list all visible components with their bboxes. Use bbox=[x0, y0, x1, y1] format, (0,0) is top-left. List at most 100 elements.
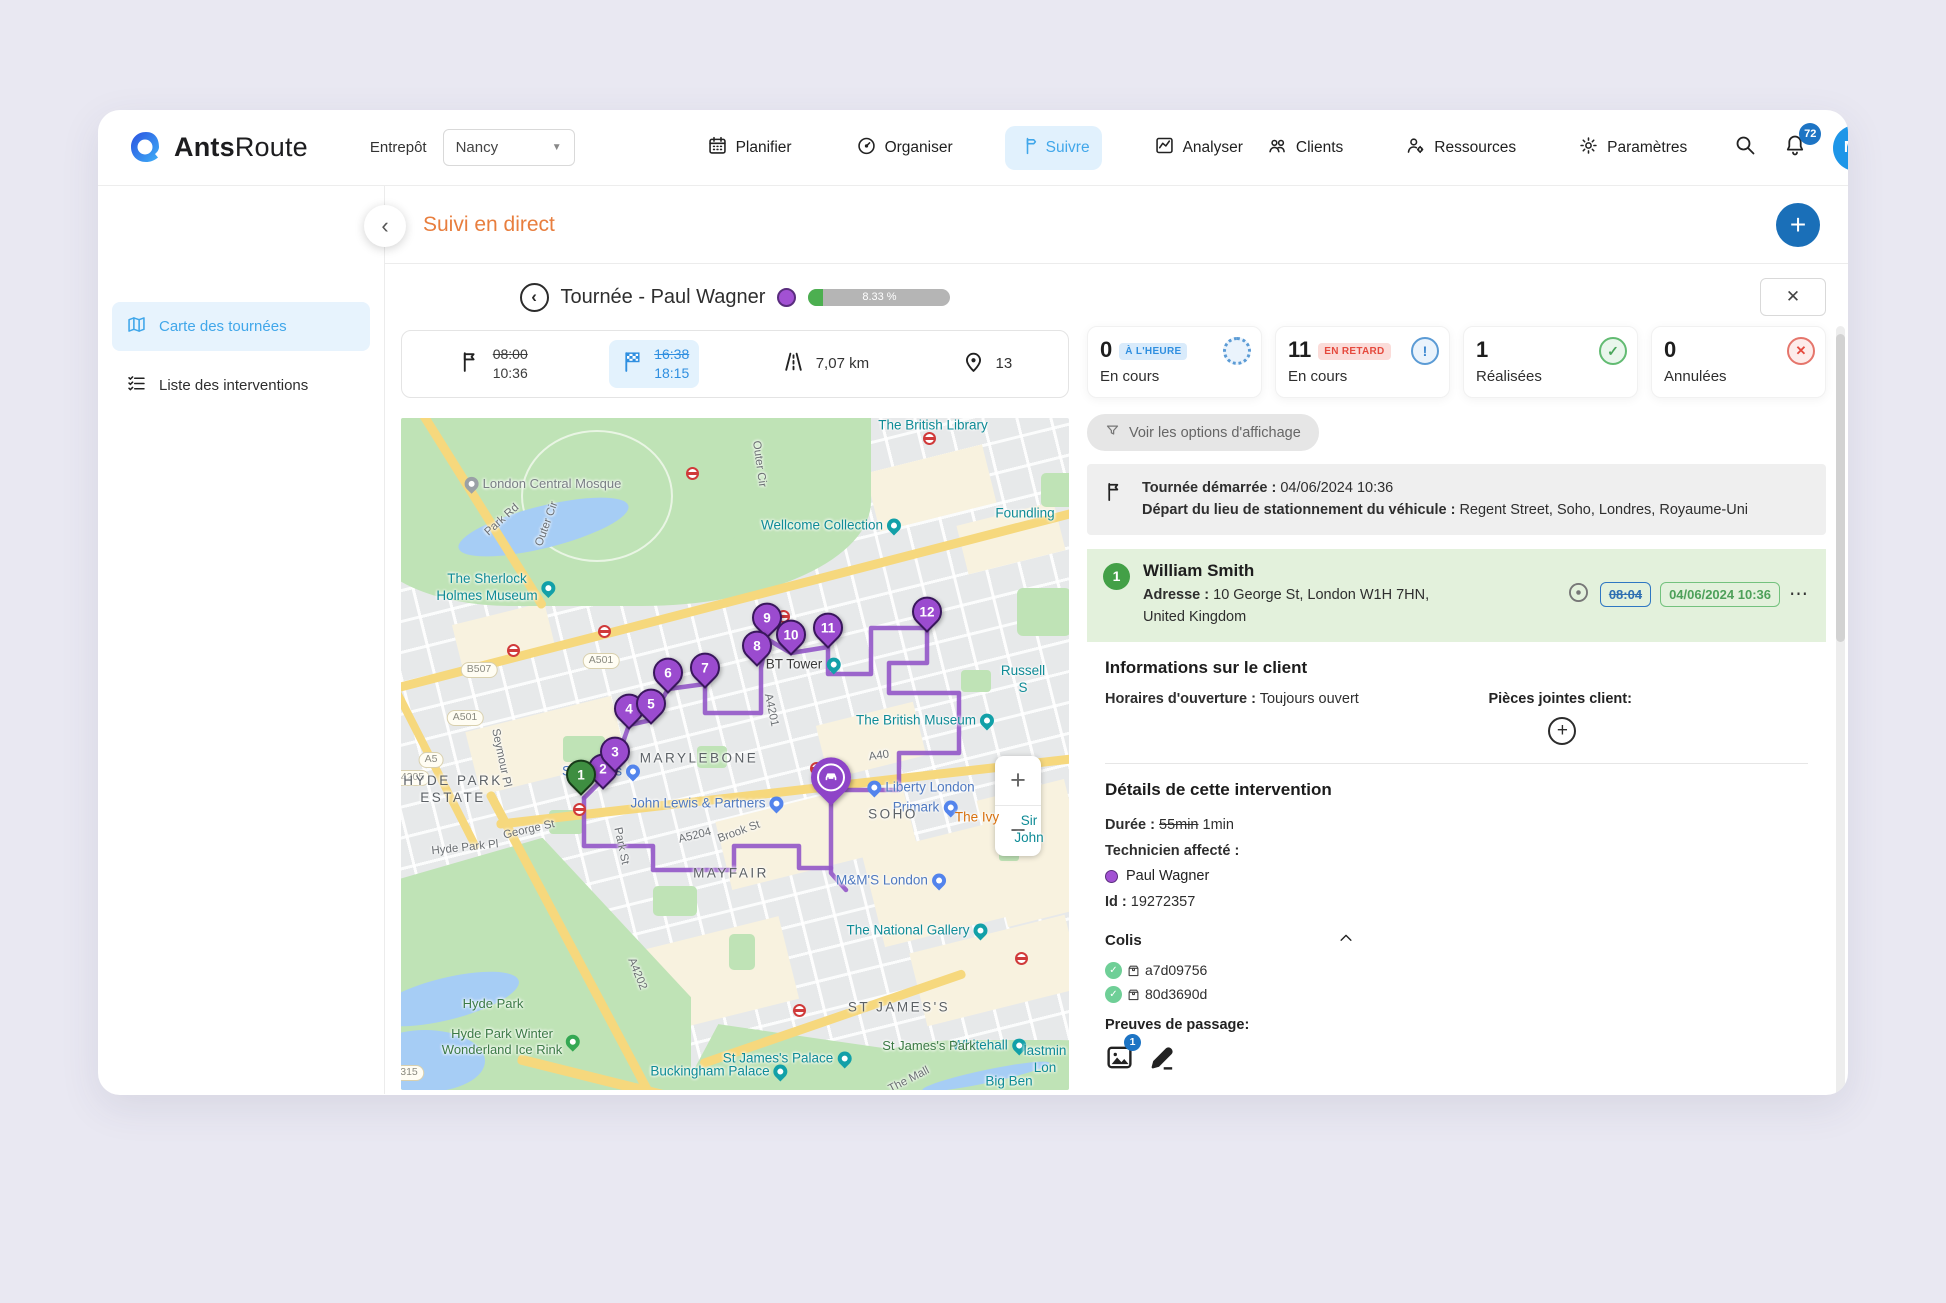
map-label-text: A5 bbox=[424, 753, 438, 766]
tour-stat-4: 13 bbox=[951, 344, 1023, 384]
technician-label: Technicien affecté : bbox=[1105, 842, 1240, 859]
zoom-in-button[interactable]: + bbox=[995, 756, 1041, 806]
map-label-text: Liberty London bbox=[885, 779, 975, 795]
brand-name: AntsRoute bbox=[174, 132, 308, 163]
chevron-left-icon: ‹ bbox=[381, 213, 389, 238]
map-pin-icon bbox=[623, 761, 643, 782]
map-label-text: Russell S bbox=[1000, 662, 1046, 695]
departure-label: Départ du lieu de stationnement du véhic… bbox=[1142, 502, 1456, 519]
metro-station-icon bbox=[686, 466, 699, 480]
map-label-text: The National Gallery bbox=[846, 922, 970, 938]
close-panel-button[interactable]: ✕ bbox=[1760, 278, 1826, 316]
status-count: 0 bbox=[1100, 337, 1113, 362]
more-actions-button[interactable]: ⋯ bbox=[1789, 583, 1810, 606]
route-map[interactable]: + − London Central Mosque Park Rd Outer Ci… bbox=[401, 417, 1069, 1090]
id-line: Id : 19272357 bbox=[1105, 890, 1808, 915]
duration-new: 1min bbox=[1202, 817, 1234, 834]
tour-start-info: Tournée démarrée : 04/06/2024 10:36 Dépa… bbox=[1087, 464, 1826, 535]
nav-item-planifier[interactable]: Planifier bbox=[695, 126, 804, 170]
marker-number: 9 bbox=[763, 609, 771, 625]
status-badge: À L'HEURE bbox=[1119, 343, 1188, 360]
search-button[interactable] bbox=[1733, 133, 1757, 162]
map-label-the-sherlockholmes-museum: The Sherlock Holmes Museum bbox=[436, 571, 559, 605]
sidebar-item-carte-des-tournees[interactable]: Carte des tournées bbox=[112, 302, 370, 351]
warehouse-value: Nancy bbox=[455, 139, 499, 156]
add-attachment-button[interactable]: + bbox=[1548, 717, 1577, 746]
metro-station-icon bbox=[1015, 951, 1028, 965]
road-icon bbox=[781, 349, 806, 379]
signpost-icon bbox=[1017, 135, 1038, 161]
chevron-up-icon[interactable] bbox=[1337, 929, 1355, 952]
map-label-hyde-park: Hyde Park bbox=[463, 996, 524, 1012]
stat-value: 13 bbox=[995, 355, 1013, 373]
warehouse-select[interactable]: Nancy ▼ bbox=[442, 129, 575, 166]
map-label-hyde-park-winterwonderland-ice-rink: Hyde Park Winter Wonderland Ice Rink bbox=[442, 1026, 584, 1059]
page-header: ‹ Suivi en direct + bbox=[364, 186, 1848, 264]
map-label-text: 315 bbox=[401, 1066, 418, 1079]
nav-item-label: Paramètres bbox=[1607, 138, 1688, 156]
checklist-icon bbox=[126, 373, 147, 398]
add-button[interactable]: + bbox=[1776, 202, 1820, 247]
nav-item-analyser[interactable]: Analyser bbox=[1142, 126, 1255, 170]
map-label-text: HYDE PARK ESTATE bbox=[403, 772, 503, 805]
map-label-text: A501 bbox=[452, 711, 478, 724]
map-label-the-british-library: The British Library bbox=[878, 418, 988, 434]
parcel-item: ✓ 80d3690d bbox=[1105, 985, 1808, 1003]
actual-time-badge: 04/06/2024 10:36 bbox=[1660, 582, 1780, 608]
notifications-button[interactable]: 72 bbox=[1783, 123, 1822, 162]
parcel-code: 80d3690d bbox=[1145, 986, 1208, 1003]
departure-value: Regent Street, Soho, Londres, Royaume-Un… bbox=[1459, 502, 1749, 519]
marker-number: 3 bbox=[611, 743, 619, 759]
detail-column: ✕ 0À L'HEURE En cours 11 EN RETARD En cours!… bbox=[1087, 274, 1845, 1095]
duration-line: Durée : 55min 1min bbox=[1105, 813, 1808, 838]
panel-scrollbar[interactable] bbox=[1836, 326, 1845, 1095]
scrollbar-thumb[interactable] bbox=[1836, 334, 1845, 643]
tour-header: ‹ Tournée - Paul Wagner 8.33 % bbox=[401, 274, 1069, 320]
nav-item-parametres[interactable]: Paramètres bbox=[1566, 126, 1699, 170]
sidebar-item-liste-des-interventions[interactable]: Liste des interventions bbox=[112, 361, 370, 410]
map-label-bt-tower: BT Tower bbox=[766, 654, 844, 675]
nav-item-organiser[interactable]: Organiser bbox=[844, 126, 965, 170]
tour-start-text: Tournée démarrée : 04/06/2024 10:36 Dépa… bbox=[1142, 477, 1748, 522]
map-label-text: The Ivy bbox=[954, 809, 1000, 825]
map-pin-icon bbox=[864, 777, 885, 798]
gauge-icon bbox=[856, 135, 877, 161]
status-card-realisees: 1 Réalisées ✓ bbox=[1463, 326, 1638, 398]
marker-number: 7 bbox=[701, 659, 709, 675]
bell-icon bbox=[1783, 135, 1807, 161]
nav-item-suivre[interactable]: Suivre bbox=[1004, 125, 1102, 170]
chart-icon bbox=[1154, 135, 1175, 161]
status-cards: 0 À L'HEURE En cours 11 EN RETARD En cours! 1 R… bbox=[1087, 326, 1826, 398]
nav-item-label: Analyser bbox=[1182, 138, 1243, 156]
metro-station-icon bbox=[573, 802, 586, 816]
brand-logo[interactable]: AntsRoute bbox=[128, 130, 308, 166]
map-label-text: Wellcome Collection bbox=[760, 517, 884, 533]
alert-circle-icon: ! bbox=[1411, 337, 1439, 365]
checkflag-icon bbox=[619, 349, 644, 379]
intervention-header[interactable]: 1 William Smith Adresse : 10 George St, … bbox=[1087, 548, 1826, 643]
status-label: En cours bbox=[1288, 368, 1348, 385]
nav-item-ressources[interactable]: Ressources bbox=[1393, 126, 1528, 170]
client-address: Adresse : 10 George St, London W1H 7HN, … bbox=[1143, 585, 1473, 629]
avatar[interactable]: MH bbox=[1833, 124, 1848, 171]
map-label-text: lastmin Lon bbox=[1023, 1042, 1067, 1075]
photo-proof-button[interactable]: 1 bbox=[1105, 1033, 1141, 1077]
map-label-buckingham-palace: Buckingham Palace bbox=[650, 1061, 791, 1082]
nav-item-clients[interactable]: Clients bbox=[1255, 126, 1355, 170]
app-window: AntsRoute Entrepôt Nancy ▼ Planifier Orga… bbox=[98, 110, 1848, 1095]
mapfold-icon bbox=[126, 314, 147, 339]
display-options-button[interactable]: Voir les options d'affichage bbox=[1087, 414, 1319, 451]
stat-times: 16:38 18:15 bbox=[654, 345, 689, 383]
map-label-st-jamess-park: St James's Park bbox=[882, 1038, 976, 1054]
marker-number: 8 bbox=[753, 637, 761, 653]
hours-value: Toujours ouvert bbox=[1259, 691, 1359, 708]
marker-number: 6 bbox=[664, 664, 672, 680]
parcel-list: ✓ a7d09756 ✓ 80d3690d bbox=[1105, 961, 1808, 1003]
tour-back-button[interactable]: ‹ bbox=[519, 282, 549, 312]
map-label-a40: A40 bbox=[868, 747, 890, 764]
chevron-down-icon: ▼ bbox=[551, 142, 562, 153]
collapse-sidebar-button[interactable]: ‹ bbox=[364, 205, 406, 247]
map-label-london-central-mosque: London Central Mosque bbox=[461, 473, 621, 494]
signature-proof-button[interactable] bbox=[1148, 1043, 1177, 1077]
map-label-text: MARYLEBONE bbox=[639, 750, 759, 766]
